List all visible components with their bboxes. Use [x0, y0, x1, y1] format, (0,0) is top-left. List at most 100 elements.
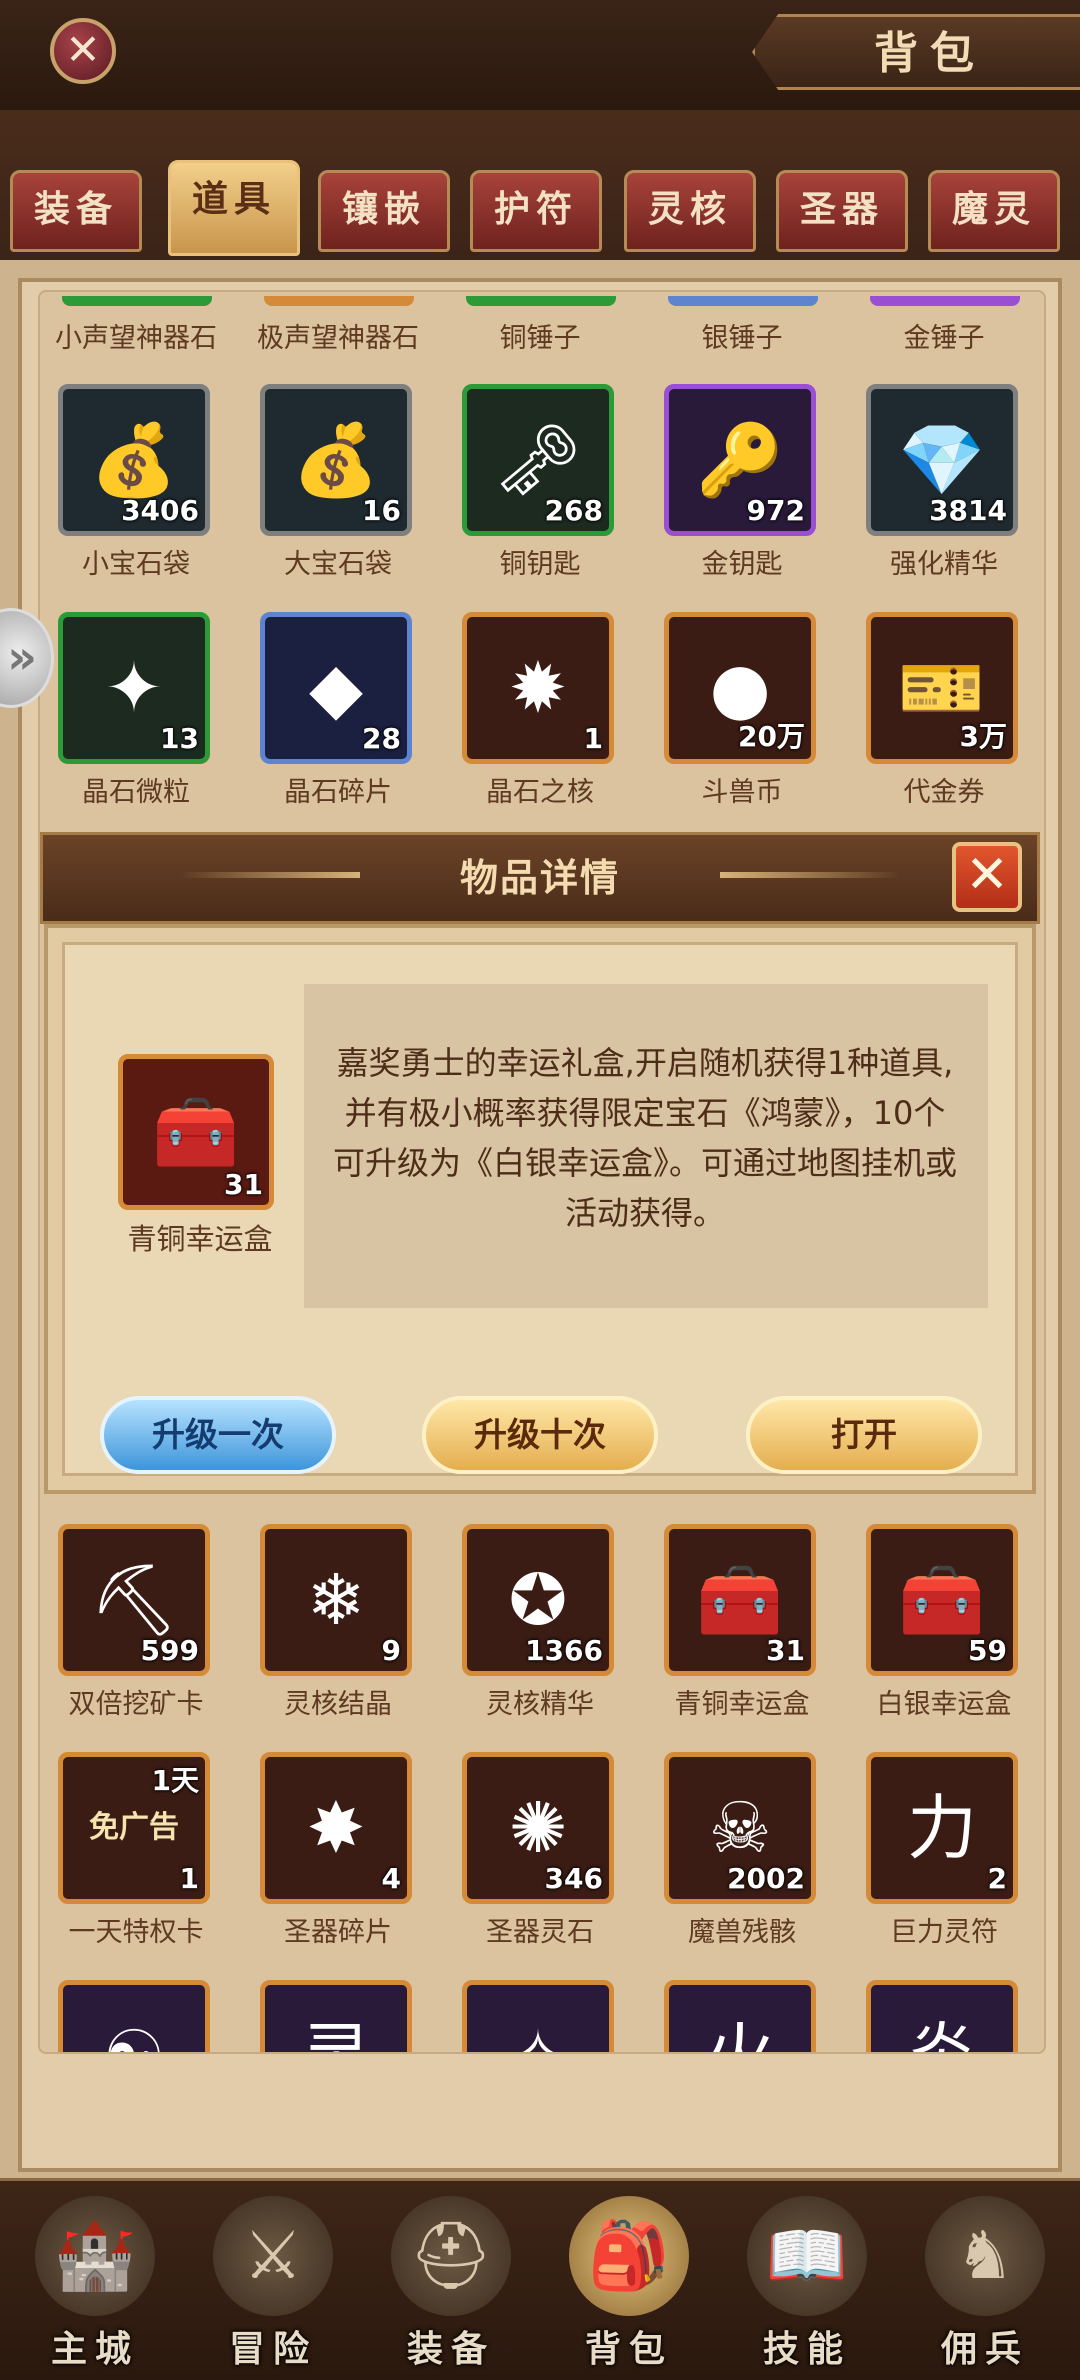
- item-name: 银锤子: [701, 323, 783, 354]
- inventory-item[interactable]: 🗝 268 铜钥匙: [462, 384, 618, 581]
- item-count: 59: [968, 1634, 1007, 1667]
- upgrade-ten-button[interactable]: 升级十次: [422, 1396, 658, 1474]
- item-count: 1: [179, 1862, 199, 1895]
- voucher-icon: 🎫 3万: [866, 612, 1018, 764]
- nav-item-backpack[interactable]: 🎒 背包: [554, 2196, 704, 2370]
- item-name: 金锤子: [903, 323, 985, 354]
- inventory-item[interactable]: 🧰 31 青铜幸运盒: [664, 1524, 820, 1721]
- item-frame-edge: [668, 296, 818, 306]
- item-count: 972: [746, 494, 805, 527]
- upgrade-once-button[interactable]: 升级一次: [100, 1396, 336, 1474]
- inventory-item[interactable]: ✦ 13 晶石微粒: [58, 612, 214, 809]
- nav-label: 技能: [762, 2329, 851, 2370]
- item-name: 晶石之核: [486, 777, 594, 808]
- inventory-item[interactable]: ☠ 2002 魔兽残骸: [664, 1752, 820, 1949]
- item-count: 31: [224, 1168, 263, 1201]
- item-frame-edge: [870, 296, 1020, 306]
- castle-icon: 🏰: [35, 2196, 155, 2316]
- inventory-item[interactable]: 力 2 巨力灵符: [866, 1752, 1022, 1949]
- rune-icon: ☯: [58, 1980, 210, 2052]
- inventory-item[interactable]: 炎: [866, 1980, 1018, 2052]
- item-glyph: ✧: [467, 1985, 609, 2052]
- inventory-item[interactable]: 火: [664, 1980, 816, 2052]
- key-icon: 🗝 268: [462, 384, 614, 536]
- inventory-item[interactable]: ● 20万斗兽币: [664, 612, 820, 809]
- inventory-item[interactable]: ❄ 9 灵核结晶: [260, 1524, 416, 1721]
- nav-item-castle[interactable]: 🏰 主城: [20, 2196, 170, 2370]
- item-frame-edge: [62, 296, 212, 306]
- coin-icon: ● 20万: [664, 612, 816, 764]
- inventory-item[interactable]: 免广告 1天 1 一天特权卡: [58, 1752, 214, 1949]
- inventory-item[interactable]: ✪ 1366 灵核精华: [462, 1524, 618, 1721]
- inventory-item[interactable]: ✧: [462, 1980, 614, 2052]
- item-name: 强化精华: [890, 549, 998, 580]
- item-count: 13: [160, 722, 199, 755]
- item-name: 魔兽残骸: [688, 1917, 796, 1948]
- skill-book-icon: 📖: [747, 2196, 867, 2316]
- key-icon: 🔑 972: [664, 384, 816, 536]
- inventory-item[interactable]: 💰 3406 小宝石袋: [58, 384, 214, 581]
- nav-item-swords[interactable]: ⚔ 冒险: [198, 2196, 348, 2370]
- inventory-item[interactable]: 💎 3814 强化精华: [866, 384, 1022, 581]
- swords-icon: ⚔: [213, 2196, 333, 2316]
- tab-spirit-core[interactable]: 灵核: [624, 170, 756, 252]
- item-count: 346: [544, 1862, 603, 1895]
- crystal-core-icon: ✹ 1: [462, 612, 614, 764]
- nav-label: 主城: [50, 2329, 139, 2370]
- item-glyph: 灵: [265, 1985, 407, 2052]
- nav-label: 装备: [406, 2329, 495, 2370]
- tab-relic[interactable]: 圣器: [776, 170, 908, 252]
- selected-item: 🧰 31 青铜幸运盒: [118, 1054, 282, 1258]
- inventory-item[interactable]: ✺ 346 圣器灵石: [462, 1752, 618, 1949]
- inventory-item[interactable]: 🎫 3万 代金券: [866, 612, 1022, 809]
- item-name: 一天特权卡: [68, 1917, 204, 1948]
- item-name: 巨力灵符: [890, 1917, 998, 1948]
- item-count: 3万: [959, 720, 1007, 753]
- item-frame-edge: [466, 296, 616, 306]
- inventory-item[interactable]: ◆ 28 晶石碎片: [260, 612, 416, 809]
- rune-icon: 火: [664, 1980, 816, 2052]
- inventory-item[interactable]: ✸ 4 圣器碎片: [260, 1752, 416, 1949]
- nav-item-skill-book[interactable]: 📖 技能: [732, 2196, 882, 2370]
- open-button[interactable]: 打开: [746, 1396, 982, 1474]
- gem-bag-icon: 💰 16: [260, 384, 412, 536]
- rune-icon: 炎: [866, 1980, 1018, 2052]
- tab-inlay[interactable]: 镶嵌: [318, 170, 450, 252]
- tab-amulet[interactable]: 护符: [470, 170, 602, 252]
- nav-item-helmet[interactable]: ⛑ 装备: [376, 2196, 526, 2370]
- item-name: 圣器灵石: [486, 1917, 594, 1948]
- rune-icon: 灵: [260, 1980, 412, 2052]
- tab-equipment[interactable]: 装备: [10, 170, 142, 252]
- dialog-close-button[interactable]: ✕: [952, 842, 1022, 912]
- item-name: 灵核结晶: [284, 1689, 392, 1720]
- item-name: 铜锤子: [499, 323, 581, 354]
- inventory-item[interactable]: 灵: [260, 1980, 412, 2052]
- selected-item-name: 青铜幸运盒: [127, 1222, 273, 1256]
- ornament-right: [720, 872, 900, 878]
- item-name: 斗兽币: [701, 777, 783, 808]
- rune-icon: ✧: [462, 1980, 614, 2052]
- tab-items[interactable]: 道具: [168, 160, 300, 256]
- inventory-item[interactable]: 💰 16 大宝石袋: [260, 384, 416, 581]
- crystal-icon: ✦ 13: [58, 612, 210, 764]
- beast-remains-icon: ☠ 2002: [664, 1752, 816, 1904]
- relic-stone-icon: ✺ 346: [462, 1752, 614, 1904]
- inventory-item[interactable]: 🔑 972 金钥匙: [664, 384, 820, 581]
- item-count: 2: [987, 1862, 1007, 1895]
- gem-bag-icon: 💰 3406: [58, 384, 210, 536]
- close-icon[interactable]: ✕: [50, 18, 116, 84]
- inventory-item[interactable]: ☯: [58, 1980, 210, 2052]
- item-name: 晶石碎片: [284, 777, 392, 808]
- inventory-item[interactable]: ✹ 1 晶石之核: [462, 612, 618, 809]
- essence-icon: ✪ 1366: [462, 1524, 614, 1676]
- item-name: 青铜幸运盒: [674, 1689, 810, 1720]
- inventory-item[interactable]: 🧰 59 白银幸运盒: [866, 1524, 1022, 1721]
- tab-demon-spirit[interactable]: 魔灵: [928, 170, 1060, 252]
- chest-icon: 🧰 31: [664, 1524, 816, 1676]
- inventory-item[interactable]: ⛏ 599 双倍挖矿卡: [58, 1524, 214, 1721]
- item-count: 268: [544, 494, 603, 527]
- item-name: 双倍挖矿卡: [68, 1689, 204, 1720]
- item-name: 小声望神器石: [55, 323, 217, 354]
- chest-icon: 🧰 31: [118, 1054, 274, 1210]
- nav-item-mercenary[interactable]: ♞ 佣兵: [910, 2196, 1060, 2370]
